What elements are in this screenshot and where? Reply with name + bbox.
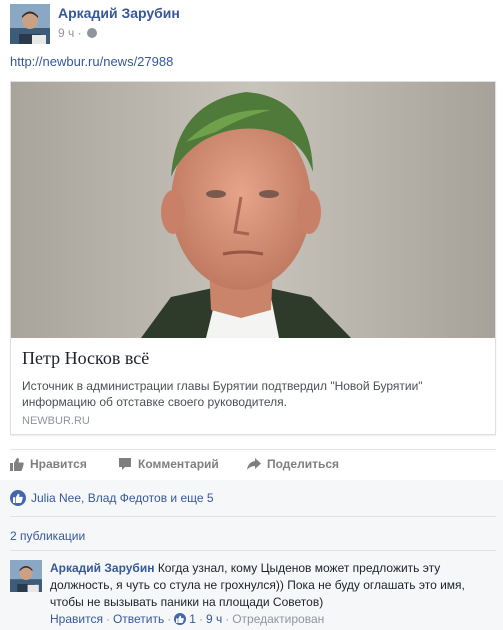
like-reaction-icon xyxy=(10,490,26,506)
like-button[interactable]: Нравится xyxy=(10,457,87,471)
social-section: Julia Nee, Влад Федотов и еще 5 2 публик… xyxy=(0,480,503,630)
card-title[interactable]: Петр Носков всё xyxy=(22,348,149,369)
commenter-avatar[interactable] xyxy=(10,560,42,592)
comment-like-link[interactable]: Нравится xyxy=(50,612,103,626)
thumbs-up-icon xyxy=(10,458,24,471)
post-header: Аркадий Зарубин 9 ч · xyxy=(10,4,493,44)
comment-edited[interactable]: Отредактирован xyxy=(232,612,324,626)
share-button[interactable]: Поделиться xyxy=(247,457,339,471)
comment-like-icon xyxy=(174,613,187,625)
meta-dot: · xyxy=(105,612,110,626)
preview-image[interactable] xyxy=(11,82,495,338)
commenter-name[interactable]: Аркадий Зарубин xyxy=(50,561,154,575)
comment-time[interactable]: 9 ч xyxy=(206,612,222,626)
author-name[interactable]: Аркадий Зарубин xyxy=(58,5,180,21)
comment-meta: Нравится · Ответить · 1 · 9 ч · Отредакт… xyxy=(50,612,324,626)
author-avatar[interactable] xyxy=(10,4,50,44)
post-link[interactable]: http://newbur.ru/news/27988 xyxy=(10,54,173,69)
post-time[interactable]: 9 ч xyxy=(58,26,74,40)
comment-body: Аркадий Зарубин Когда узнал, кому Цыдено… xyxy=(50,560,490,611)
link-preview-card[interactable]: Петр Носков всё Источник в администрации… xyxy=(10,81,496,435)
divider xyxy=(10,550,496,551)
share-label: Поделиться xyxy=(267,457,340,471)
like-label: Нравится xyxy=(30,457,87,471)
comment-icon xyxy=(119,458,131,470)
card-description: Источник в администрации главы Бурятии п… xyxy=(22,379,423,409)
comment-reply-link[interactable]: Ответить xyxy=(113,612,164,626)
share-icon xyxy=(247,458,261,470)
reactions-text[interactable]: Julia Nee, Влад Федотов и еще 5 xyxy=(31,491,214,505)
comment-item: Аркадий Зарубин Когда узнал, кому Цыдено… xyxy=(10,560,496,626)
comment-label: Комментарий xyxy=(138,457,219,471)
meta-dot: · xyxy=(225,612,230,626)
reactions-summary[interactable]: Julia Nee, Влад Федотов и еще 5 xyxy=(10,489,214,507)
card-domain: NEWBUR.RU xyxy=(22,415,90,427)
meta-dot: · xyxy=(198,612,203,626)
globe-icon xyxy=(86,28,97,38)
comment-button[interactable]: Комментарий xyxy=(118,457,219,471)
post-actions-bar: Нравится Комментарий Поделиться xyxy=(10,449,496,479)
shares-count[interactable]: 2 публикации xyxy=(10,529,85,543)
meta-separator: · xyxy=(77,26,82,40)
meta-dot: · xyxy=(167,612,172,626)
post-meta: 9 ч · xyxy=(58,26,97,40)
comment-like-count[interactable]: 1 xyxy=(189,612,196,626)
divider xyxy=(10,516,496,517)
